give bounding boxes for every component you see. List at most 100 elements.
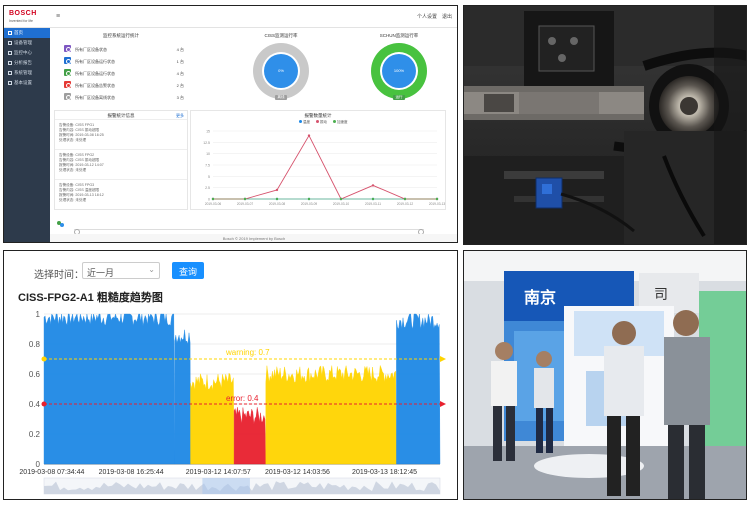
error-label: error: 0.4 [226, 394, 259, 403]
y-tick-label: 0.4 [29, 400, 41, 409]
sidebar: 首页 设备管理 监控中心 分析报告 系统管理 基本设置 [4, 28, 50, 242]
legend-item[interactable]: 温度 [299, 120, 310, 124]
machine-photo [463, 5, 747, 245]
alarm-item[interactable]: 告警设备: CISS FPG3 告警内容: CISS 温度超限 报警时间: 20… [55, 180, 187, 210]
report-icon [8, 60, 12, 65]
warning-threshold-arrow [440, 356, 446, 362]
x-tick-label: 2019-03-12 14:03:56 [265, 469, 330, 476]
status-count: 2 台 [176, 82, 184, 88]
logout-link[interactable]: 退出 [442, 13, 452, 20]
status-row[interactable]: 所有厂区设备告警状态 2 台 [64, 81, 184, 91]
x-tick-label: 2019-03-10 [333, 202, 350, 206]
sidebar-item-label: 分析报告 [14, 60, 32, 65]
sidebar-item-label: 监控中心 [14, 50, 32, 55]
brand-name: BOSCH [9, 10, 37, 17]
status-label: 所有厂区设备运行状态 [75, 70, 115, 76]
gauge-value: 100% [393, 68, 405, 73]
y-tick-label: 0 [208, 198, 210, 202]
error-threshold-arrow [440, 401, 446, 407]
sidebar-item-monitor[interactable]: 监控中心 [4, 48, 50, 58]
x-tick-label: 2019-03-08 07:34:44 [19, 469, 84, 476]
roughness-area-normal [43, 313, 175, 465]
refresh-icon[interactable] [56, 215, 65, 227]
gauge-center: 0% [264, 54, 298, 88]
alarm-list-header: 报警统计信息 更多 [55, 111, 187, 120]
device-icon [8, 40, 12, 45]
series-line [213, 134, 437, 200]
time-slider[interactable] [74, 229, 424, 235]
status-square-icon [64, 57, 71, 64]
alarm-line: 处理状态: 未处理 [59, 138, 87, 142]
status-card: 监控系统运行统计 所有厂区设备状态 4 台 所有厂区设备运行状态 1 台 所有厂区设… [56, 31, 186, 106]
y-tick-label: 0 [36, 460, 41, 469]
query-button[interactable]: 查询 [172, 262, 204, 279]
time-range-label: 选择时间： [34, 270, 84, 281]
data-point [371, 197, 375, 201]
y-tick-label: 5 [208, 175, 210, 179]
chevron-down-icon: ⌄ [148, 265, 155, 274]
status-count: 4 台 [176, 70, 184, 76]
status-count: 1 台 [176, 58, 184, 64]
x-tick-label: 2019-03-13 [429, 202, 445, 206]
legend-label: 温度 [303, 120, 310, 124]
data-point [211, 197, 215, 201]
roughness-trend-screenshot: 选择时间： 近一月 ⌄ 查询 CISS-FPG2-A1 粗糙度趋势图 0 0.2 0… [3, 250, 458, 500]
alarm-count-chart-card: 报警数量统计 温度 振动 加速度 0 2.5 5 7.5 10 12.5 15 2019-03… [190, 110, 446, 210]
alarm-list-card: 报警统计信息 更多 告警设备: CISS FPG1 告警内容: CISS 振动超… [54, 110, 188, 210]
roughness-area-warning [190, 372, 235, 465]
data-point [339, 197, 343, 201]
y-tick-label: 2.5 [205, 186, 210, 190]
legend-dot-icon [332, 120, 336, 123]
alarm-item[interactable]: 告警设备: CISS FPG2 告警内容: CISS 振动超限 报警时间: 20… [55, 150, 187, 180]
status-label: 所有厂区设备告警状态 [75, 82, 115, 88]
status-label: 所有厂区设备离线状态 [75, 94, 115, 100]
sidebar-item-settings[interactable]: 基本设置 [4, 78, 50, 88]
legend-item[interactable]: 振动 [315, 120, 327, 124]
sidebar-item-label: 系统管理 [14, 70, 32, 75]
exhibition-booth-photo: 南京 司 [463, 250, 747, 500]
alarm-item[interactable]: 告警设备: CISS FPG1 告警内容: CISS 振动超限 报警时间: 20… [55, 120, 187, 150]
data-point [307, 134, 311, 137]
error-threshold-marker [41, 401, 47, 407]
time-range-select[interactable]: 近一月 ⌄ [82, 262, 160, 279]
sidebar-item-label: 基本设置 [14, 80, 32, 85]
legend-item[interactable]: 加速度 [332, 120, 348, 124]
status-row[interactable]: 所有厂区设备状态 4 台 [64, 45, 184, 55]
gauge-tag: 离线 [275, 95, 287, 100]
monitor-icon [8, 50, 12, 55]
alarm-line: 处理状态: 未处理 [59, 198, 87, 202]
user-settings-link[interactable]: 个人设置 [417, 13, 437, 20]
sidebar-item-devices[interactable]: 设备管理 [4, 38, 50, 48]
x-tick-label: 2019-03-11 [365, 202, 381, 206]
booth-sign-text-2: 司 [654, 286, 668, 302]
x-tick-label: 2019-03-08 [269, 202, 286, 206]
gauge-center: 100% [382, 54, 416, 88]
brand-tagline: Invented for life [9, 19, 33, 23]
y-tick-label: 15 [206, 130, 210, 134]
bosch-logo: BOSCH Invented for life [6, 8, 50, 26]
status-card-title: 监控系统运行统计 [103, 33, 139, 38]
legend-dot-icon [299, 120, 302, 123]
data-point [307, 197, 311, 201]
x-tick-label: 2019-03-12 [397, 202, 414, 206]
alarm-line: 处理状态: 未处理 [59, 168, 87, 172]
status-row[interactable]: 所有厂区设备运行状态 1 台 [64, 57, 184, 67]
sidebar-item-home[interactable]: 首页 [4, 28, 50, 38]
menu-toggle-icon[interactable]: ≡ [56, 13, 60, 20]
status-square-icon [64, 81, 71, 88]
x-tick-label: 2019-03-07 [237, 202, 254, 206]
sidebar-item-reports[interactable]: 分析报告 [4, 58, 50, 68]
sidebar-item-system[interactable]: 系统管理 [4, 68, 50, 78]
status-row[interactable]: 所有厂区设备离线状态 3 台 [64, 93, 184, 103]
status-count: 3 台 [176, 94, 184, 100]
y-tick-label: 12.5 [203, 141, 210, 145]
legend-label: 加速度 [336, 120, 348, 124]
status-square-icon [64, 93, 71, 100]
home-icon [8, 30, 12, 35]
more-link[interactable]: 更多 [176, 113, 184, 119]
roughness-area-error [233, 407, 266, 465]
status-row[interactable]: 所有厂区设备运行状态 4 台 [64, 69, 184, 79]
chart-title: 报警数量统计 [304, 113, 332, 118]
top-bar: BOSCH Invented for life ≡ 个人设置 退出 [4, 6, 457, 28]
status-square-icon [64, 45, 71, 52]
